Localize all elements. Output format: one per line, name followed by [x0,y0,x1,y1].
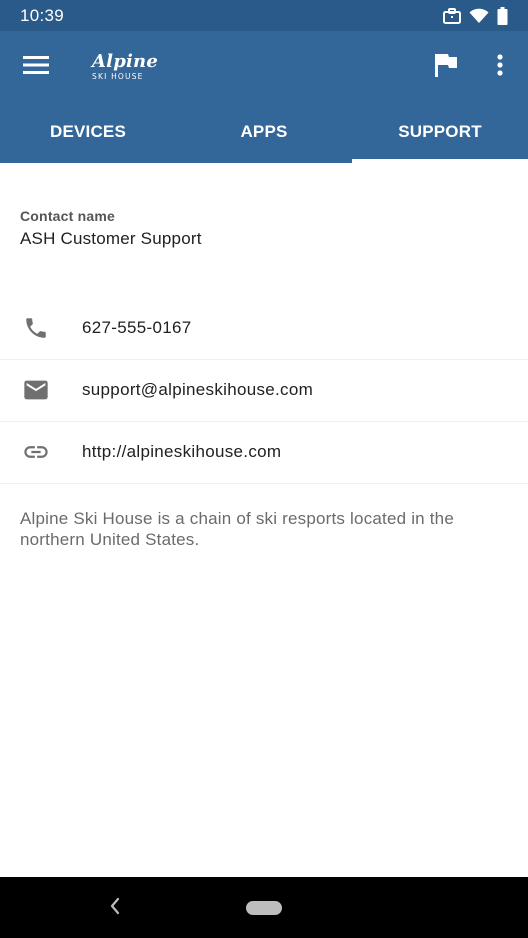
flag-button[interactable] [424,45,468,89]
company-description: Alpine Ski House is a chain of ski respo… [20,509,454,549]
email-icon [22,376,50,404]
home-pill-icon[interactable] [246,901,282,915]
link-icon [22,438,50,466]
more-options-button[interactable] [478,45,522,89]
phone-number: 627-555-0167 [82,318,192,337]
status-icons [443,6,508,25]
email-row[interactable]: support@alpineskihouse.com [0,359,528,421]
divider [0,483,528,484]
tab-apps[interactable]: APPS [176,103,352,163]
wifi-icon [469,8,489,24]
back-button[interactable] [100,893,130,923]
battery-icon [497,6,508,25]
phone-icon [22,314,50,342]
more-vert-icon [497,53,503,81]
status-bar: 10:39 [0,0,528,31]
system-nav-bar [0,877,528,938]
email-address: support@alpineskihouse.com [82,380,314,399]
tab-label: SUPPORT [398,122,482,141]
contact-name-label: Contact name [20,208,115,224]
menu-icon [23,55,49,80]
app-logo: Alpine SKI HOUSE [92,53,162,85]
status-time: 10:39 [20,5,65,25]
menu-button[interactable] [14,45,58,89]
tab-support[interactable]: SUPPORT [352,103,528,163]
website-url: http://alpineskihouse.com [82,442,282,461]
tab-bar: DEVICES APPS SUPPORT [0,103,528,163]
logo-main-text: Alpine [92,51,158,72]
tab-label: DEVICES [49,122,127,141]
contact-block: Contact name ASH Customer Support [20,208,202,249]
app-bar: Alpine SKI HOUSE [0,31,528,103]
website-row[interactable]: http://alpineskihouse.com [0,421,528,483]
flag-icon [435,53,457,82]
briefcase-icon [443,7,461,24]
tab-label: APPS [240,122,288,141]
phone-row[interactable]: 627-555-0167 [0,297,528,359]
tab-devices[interactable]: DEVICES [0,103,176,163]
logo-sub-text: SKI HOUSE [92,72,144,81]
back-icon [109,897,121,920]
contact-name-value: ASH Customer Support [20,229,202,248]
